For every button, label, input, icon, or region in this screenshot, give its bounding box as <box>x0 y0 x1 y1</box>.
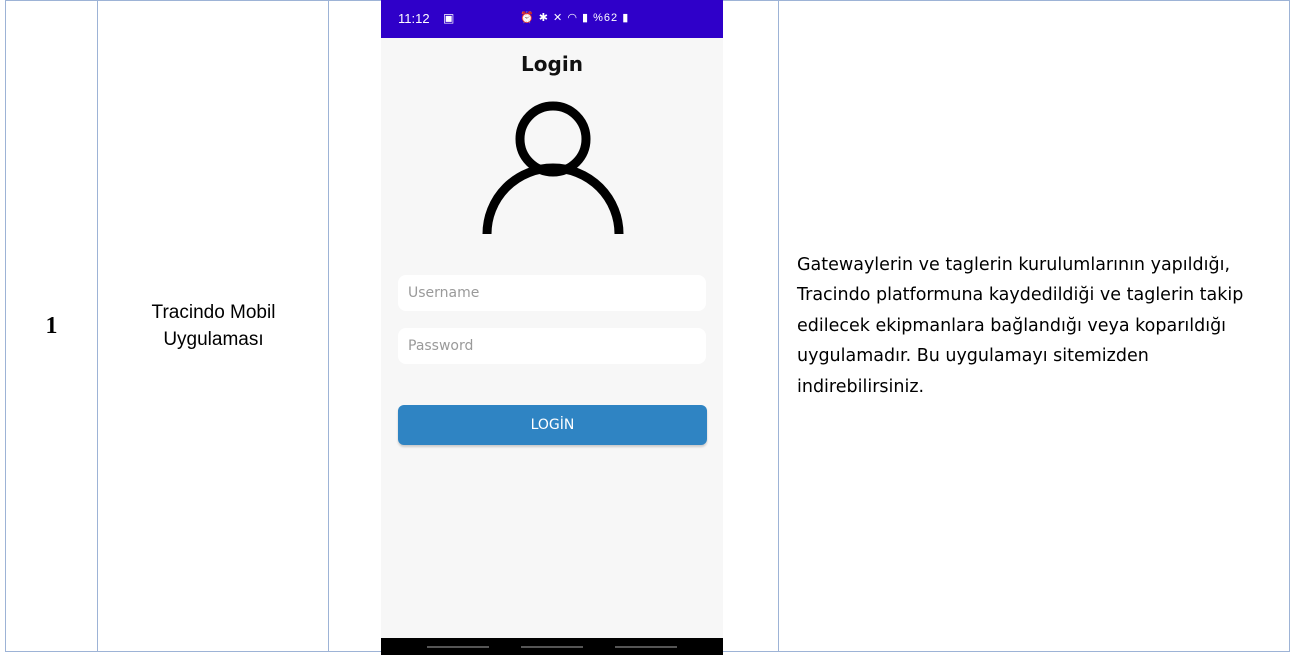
alarm-icon: ⏰ <box>520 12 535 24</box>
gallery-icon: ▣ <box>443 11 455 25</box>
password-placeholder: Password <box>408 338 474 354</box>
status-icons: ⏰ ✱ ✕ ◠ ▮ %62 ▮ <box>520 11 629 24</box>
app-name-line2: Uygulaması <box>163 329 264 350</box>
nav-home-button[interactable] <box>521 646 583 648</box>
row-number-text: 1 <box>45 312 58 339</box>
login-button[interactable]: LOGİN <box>398 405 707 445</box>
phone-screenshot: 11:12 ▣ ⏰ ✱ ✕ ◠ ▮ %62 ▮ Login Username P… <box>381 0 723 655</box>
battery-text: %62 <box>593 12 619 24</box>
description-text: Gatewaylerin ve taglerin kurulumlarının … <box>797 254 1244 397</box>
app-name-line1: Tracindo Mobil <box>151 302 276 323</box>
password-field[interactable]: Password <box>398 328 706 364</box>
status-bar: 11:12 ▣ ⏰ ✱ ✕ ◠ ▮ %62 ▮ <box>381 0 723 38</box>
username-field[interactable]: Username <box>398 275 706 311</box>
user-icon <box>482 101 624 235</box>
bluetooth-icon: ✱ <box>538 12 549 24</box>
mute-icon: ✕ <box>553 12 564 24</box>
nav-back-button[interactable] <box>615 646 677 648</box>
app-name-cell: Tracindo Mobil Uygulaması <box>98 1 329 651</box>
signal-icon: ▮ <box>582 12 590 24</box>
row-number: 1 <box>6 1 97 651</box>
description-cell: Gatewaylerin ve taglerin kurulumlarının … <box>779 1 1290 651</box>
wifi-icon: ◠ <box>567 12 578 24</box>
screen-title: Login <box>521 52 583 76</box>
navigation-bar <box>381 638 723 655</box>
username-placeholder: Username <box>408 285 480 301</box>
nav-recent-button[interactable] <box>427 646 489 648</box>
status-time: 11:12 <box>398 11 430 26</box>
battery-icon: ▮ <box>622 12 630 24</box>
